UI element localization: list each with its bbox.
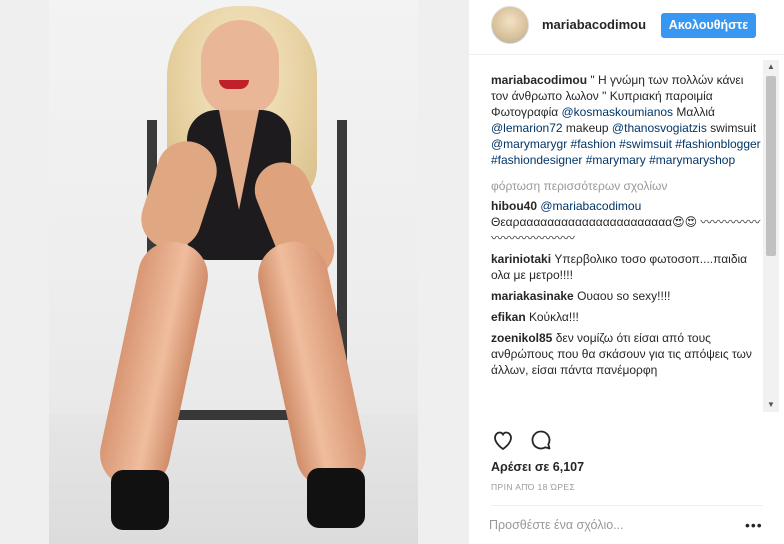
photo-pane xyxy=(0,0,468,544)
caption-text: swimsuit xyxy=(706,121,757,135)
post-photo[interactable] xyxy=(49,0,418,544)
caption: mariabacodimou " Η γνώμη των πολλών κάνε… xyxy=(491,72,761,168)
more-options-icon[interactable]: ••• xyxy=(745,518,763,532)
likes-count[interactable]: Αρέσει σε 6,107 xyxy=(491,460,584,474)
caption-hashtag[interactable]: #fashion xyxy=(571,137,616,151)
post-sidebar: mariabacodimou Ακολουθήστε mariabacodimo… xyxy=(468,0,784,544)
comment-text: Κούκλα!!! xyxy=(525,310,579,324)
comment-item: hibou40 @mariabacodimou Θεαραααααααααααα… xyxy=(491,198,761,246)
comment-bubble-icon[interactable] xyxy=(529,428,555,454)
comment-item: efikan Κούκλα!!! xyxy=(491,309,761,325)
caption-tag[interactable]: @thanosvogiatzis xyxy=(612,121,707,135)
comment-username[interactable]: kariniotaki xyxy=(491,252,551,266)
scrollbar-thumb[interactable] xyxy=(766,76,776,256)
caption-tag[interactable]: @lemarion72 xyxy=(491,121,563,135)
caption-hashtag[interactable]: #fashiondesigner xyxy=(491,153,582,167)
follow-button[interactable]: Ακολουθήστε xyxy=(661,13,756,38)
heart-icon[interactable] xyxy=(491,428,517,454)
header-username[interactable]: mariabacodimou xyxy=(542,17,646,32)
comment-username[interactable]: zoenikol85 xyxy=(491,331,552,345)
photo-face xyxy=(201,20,279,116)
comments-list: mariabacodimou " Η γνώμη των πολλών κάνε… xyxy=(491,72,761,417)
caption-tag[interactable]: @kosmaskoumianos xyxy=(562,105,674,119)
photo-shoe-right xyxy=(307,468,365,528)
caption-hashtag[interactable]: #marymaryshop xyxy=(649,153,735,167)
avatar[interactable] xyxy=(491,6,529,44)
load-more-comments-link[interactable]: φόρτωση περισσότερων σχολίων xyxy=(491,178,761,194)
caption-username[interactable]: mariabacodimou xyxy=(491,73,587,87)
comment-username[interactable]: hibou40 xyxy=(491,199,537,213)
comment-text: Ουαου so sexy!!!! xyxy=(573,289,671,303)
caption-hashtag[interactable]: #marymary xyxy=(586,153,646,167)
comment-mention[interactable]: @mariabacodimou xyxy=(540,199,641,213)
comment-username[interactable]: efikan xyxy=(491,310,526,324)
comment-item: mariakasinake Ουαου so sexy!!!! xyxy=(491,288,761,304)
comment-item: zoenikol85 δεν νομίζω ότι είσαι από τους… xyxy=(491,330,761,378)
photo-shoe-left xyxy=(111,470,169,530)
divider xyxy=(491,505,763,506)
add-comment-input[interactable] xyxy=(489,515,729,535)
comments-scrollbar[interactable]: ▲ ▼ xyxy=(763,60,779,412)
post-header: mariabacodimou Ακολουθήστε xyxy=(469,0,784,55)
caption-text: makeup xyxy=(562,121,612,135)
caption-text: Μαλλιά xyxy=(673,105,715,119)
caption-hashtag[interactable]: #swimsuit xyxy=(619,137,672,151)
comment-username[interactable]: mariakasinake xyxy=(491,289,574,303)
comment-item: kariniotaki Υπερβολικο τοσο φωτοσοπ....π… xyxy=(491,251,761,283)
caption-tag[interactable]: @marymarygr xyxy=(491,137,567,151)
comment-text: Θεαραααααααααααααααααααααα😍😍 〰〰〰〰〰〰〰〰〰〰〰… xyxy=(491,215,761,245)
post-timestamp[interactable]: ΠΡΙΝ ΑΠΌ 18 ΏΡΕΣ xyxy=(491,482,575,492)
photo-lips xyxy=(219,80,249,89)
scroll-up-arrow-icon[interactable]: ▲ xyxy=(763,60,779,74)
scroll-down-arrow-icon[interactable]: ▼ xyxy=(763,398,779,412)
post-actions xyxy=(491,428,761,454)
caption-hashtag[interactable]: #fashionblogger xyxy=(675,137,760,151)
